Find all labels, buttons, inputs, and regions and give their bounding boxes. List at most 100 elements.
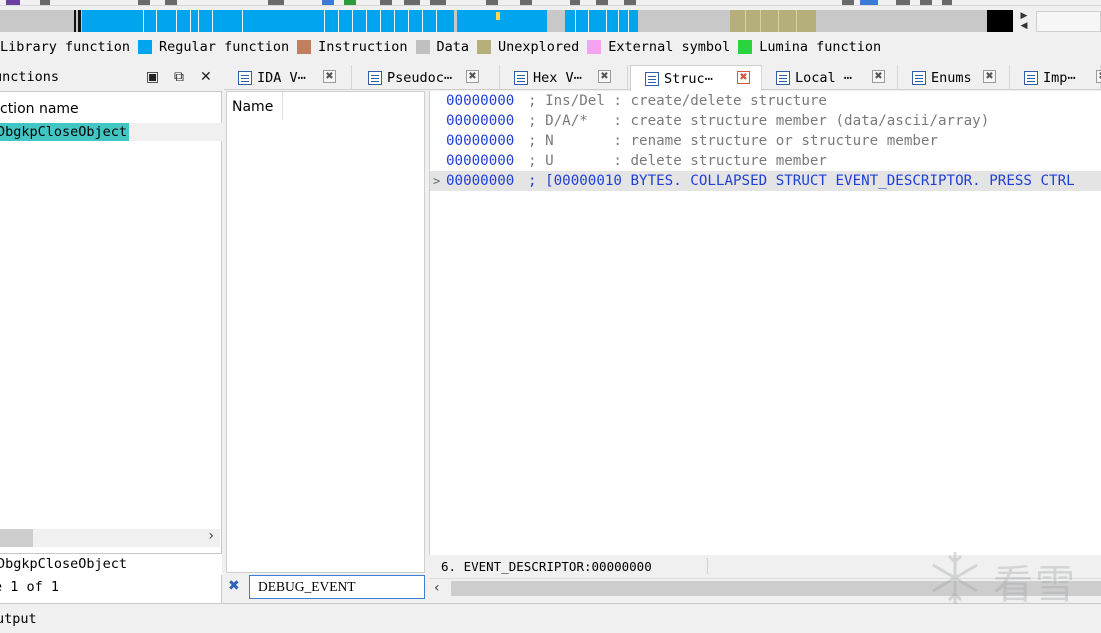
structure-line-text: ; N : rename structure or structure memb… bbox=[528, 133, 938, 149]
tab-close-icon[interactable]: ✖ bbox=[466, 70, 479, 83]
legend-swatch bbox=[415, 40, 430, 54]
close-icon[interactable]: ✕ bbox=[200, 69, 212, 85]
function-name-column-header[interactable]: ction name bbox=[0, 101, 79, 117]
toolbar-icon[interactable] bbox=[344, 0, 356, 5]
float-icon[interactable]: ⧉ bbox=[174, 69, 184, 85]
toolbar-icon[interactable] bbox=[6, 0, 20, 5]
toolbar-icon[interactable] bbox=[40, 0, 50, 5]
scroll-right-icon[interactable]: › bbox=[208, 528, 214, 544]
structure-line-address: 00000000 bbox=[446, 133, 515, 149]
structures-status-text: 6. EVENT_DESCRIPTOR:00000000 bbox=[441, 559, 652, 574]
tab-5[interactable]: Enums ✖ bbox=[898, 65, 1010, 90]
toolbar-icon[interactable] bbox=[520, 0, 532, 5]
structure-line[interactable]: 00000000 ; D/A/* : create structure membe… bbox=[430, 111, 1101, 131]
nav-overview-box bbox=[1036, 11, 1101, 32]
legend-item: Data bbox=[415, 39, 469, 55]
output-label: utput bbox=[0, 611, 37, 627]
scroll-thumb[interactable] bbox=[0, 529, 33, 547]
status-divider bbox=[707, 558, 708, 574]
tab-bar: IDA V⋯ ✖ Pseudoc⋯ ✖ Hex V⋯ ✖ Struc⋯ ✖ Local ⋯ ✖ En… bbox=[224, 63, 1101, 91]
tab-close-icon[interactable]: ✖ bbox=[323, 70, 336, 83]
toolbar-icon[interactable] bbox=[486, 0, 498, 5]
names-list-panel: Name bbox=[226, 91, 425, 573]
toolbar-icon[interactable] bbox=[430, 0, 446, 5]
tab-label: Hex V⋯ bbox=[533, 69, 582, 86]
structure-line[interactable]: 00000000 ; U : delete structure member bbox=[430, 151, 1101, 171]
tab-2[interactable]: Hex V⋯ ✖ bbox=[500, 65, 628, 90]
legend-label: Lumina function bbox=[759, 39, 882, 55]
legend-item: Instruction bbox=[297, 39, 408, 55]
legend-item: External symbol bbox=[587, 39, 730, 55]
structure-line-text: ; Ins/Del : create/delete structure bbox=[528, 93, 827, 109]
tab-view-icon bbox=[1024, 70, 1038, 85]
function-row[interactable]: DbgkpCloseObject bbox=[0, 123, 222, 141]
current-function-label: DbgkpCloseObject bbox=[0, 556, 128, 572]
tab-close-icon[interactable]: ✖ bbox=[598, 70, 611, 83]
structure-line[interactable]: 00000000 ; N : rename structure or struct… bbox=[430, 131, 1101, 151]
tab-view-icon bbox=[912, 70, 926, 85]
tab-label: Enums bbox=[931, 69, 972, 86]
structure-line-address: 00000000 bbox=[446, 93, 515, 109]
snowflake-icon bbox=[932, 552, 978, 604]
tab-label: IDA V⋯ bbox=[257, 69, 306, 86]
structure-line-text: ; [00000010 BYTES. COLLAPSED STRUCT EVEN… bbox=[528, 173, 1075, 189]
scroll-left-icon[interactable]: ‹ bbox=[434, 580, 440, 596]
functions-panel: unctions ▣ ⧉ ✕ ction name DbgkpCloseObje… bbox=[0, 63, 222, 603]
expand-arrow-icon[interactable]: > bbox=[433, 171, 440, 191]
clear-filter-icon[interactable]: ✖ bbox=[228, 578, 240, 594]
tab-close-icon[interactable]: ✖ bbox=[1096, 70, 1101, 83]
toolbar-icon[interactable] bbox=[624, 0, 636, 5]
toolbar-icon[interactable] bbox=[138, 0, 150, 5]
legend-swatch bbox=[587, 40, 602, 54]
tab-4[interactable]: Local ⋯ ✖ bbox=[762, 65, 898, 90]
legend-label: Instruction bbox=[318, 39, 408, 55]
legend-label: Regular function bbox=[159, 39, 290, 55]
kanxue-watermark: 看雪 bbox=[925, 548, 1085, 608]
filter-input[interactable]: DEBUG_EVENT bbox=[249, 575, 425, 599]
name-column-label: Name bbox=[232, 99, 274, 115]
legend-swatch bbox=[297, 40, 312, 54]
name-column-header[interactable]: Name bbox=[227, 92, 283, 120]
maximize-icon[interactable]: ▣ bbox=[146, 69, 159, 85]
toolbar-icon[interactable] bbox=[570, 0, 580, 5]
line-status: e 1 of 1 bbox=[0, 579, 60, 595]
nav-scroll-arrows[interactable]: ▶ ◀ bbox=[1016, 11, 1032, 31]
structure-line[interactable]: 00000000 ; Ins/Del : create/delete struct… bbox=[430, 91, 1101, 111]
tab-0[interactable]: IDA V⋯ ✖ bbox=[224, 65, 352, 90]
toolbar-icon[interactable] bbox=[896, 0, 910, 5]
tab-view-icon bbox=[368, 70, 382, 85]
toolbar-icon[interactable] bbox=[322, 0, 334, 5]
toolbar-icon[interactable] bbox=[268, 0, 284, 5]
navigation-band[interactable] bbox=[0, 10, 1013, 32]
legend-item: Library function bbox=[0, 39, 130, 55]
legend-item: Regular function bbox=[138, 39, 289, 55]
toolbar-icon[interactable] bbox=[860, 0, 878, 5]
tab-view-icon bbox=[776, 70, 790, 85]
tab-3[interactable]: Struc⋯ ✖ bbox=[630, 65, 762, 91]
toolbar-icon[interactable] bbox=[596, 0, 608, 5]
legend-swatch bbox=[138, 40, 153, 54]
tab-view-icon bbox=[238, 70, 252, 85]
tab-1[interactable]: Pseudoc⋯ ✖ bbox=[354, 65, 500, 90]
structure-line-text: ; U : delete structure member bbox=[528, 153, 827, 169]
toolbar-icon[interactable] bbox=[165, 0, 177, 5]
function-row-name: DbgkpCloseObject bbox=[0, 123, 130, 141]
functions-hscrollbar[interactable]: › bbox=[0, 528, 220, 547]
tab-6[interactable]: Imp⋯ ✖ bbox=[1010, 65, 1101, 90]
structure-line[interactable]: >00000000 ; [00000010 BYTES. COLLAPSED ST… bbox=[430, 171, 1101, 191]
structures-view[interactable]: 00000000 ; Ins/Del : create/delete struct… bbox=[429, 91, 1101, 555]
tab-label: Pseudoc⋯ bbox=[387, 69, 453, 86]
tab-label: Imp⋯ bbox=[1043, 69, 1076, 86]
tab-close-icon[interactable]: ✖ bbox=[872, 70, 885, 83]
toolbar-icon[interactable] bbox=[380, 0, 392, 5]
toolbar-icon[interactable] bbox=[920, 0, 932, 5]
legend-swatch bbox=[738, 40, 753, 54]
structure-line-address: 00000000 bbox=[446, 153, 515, 169]
tab-close-icon[interactable]: ✖ bbox=[983, 70, 996, 83]
toolbar-icon[interactable] bbox=[942, 0, 952, 5]
toolbar-icon[interactable] bbox=[404, 0, 420, 5]
functions-panel-title: unctions bbox=[0, 69, 60, 85]
toolbar-icon[interactable] bbox=[842, 0, 854, 5]
tab-close-icon[interactable]: ✖ bbox=[737, 71, 750, 84]
watermark-text: 看雪 bbox=[993, 562, 1077, 608]
